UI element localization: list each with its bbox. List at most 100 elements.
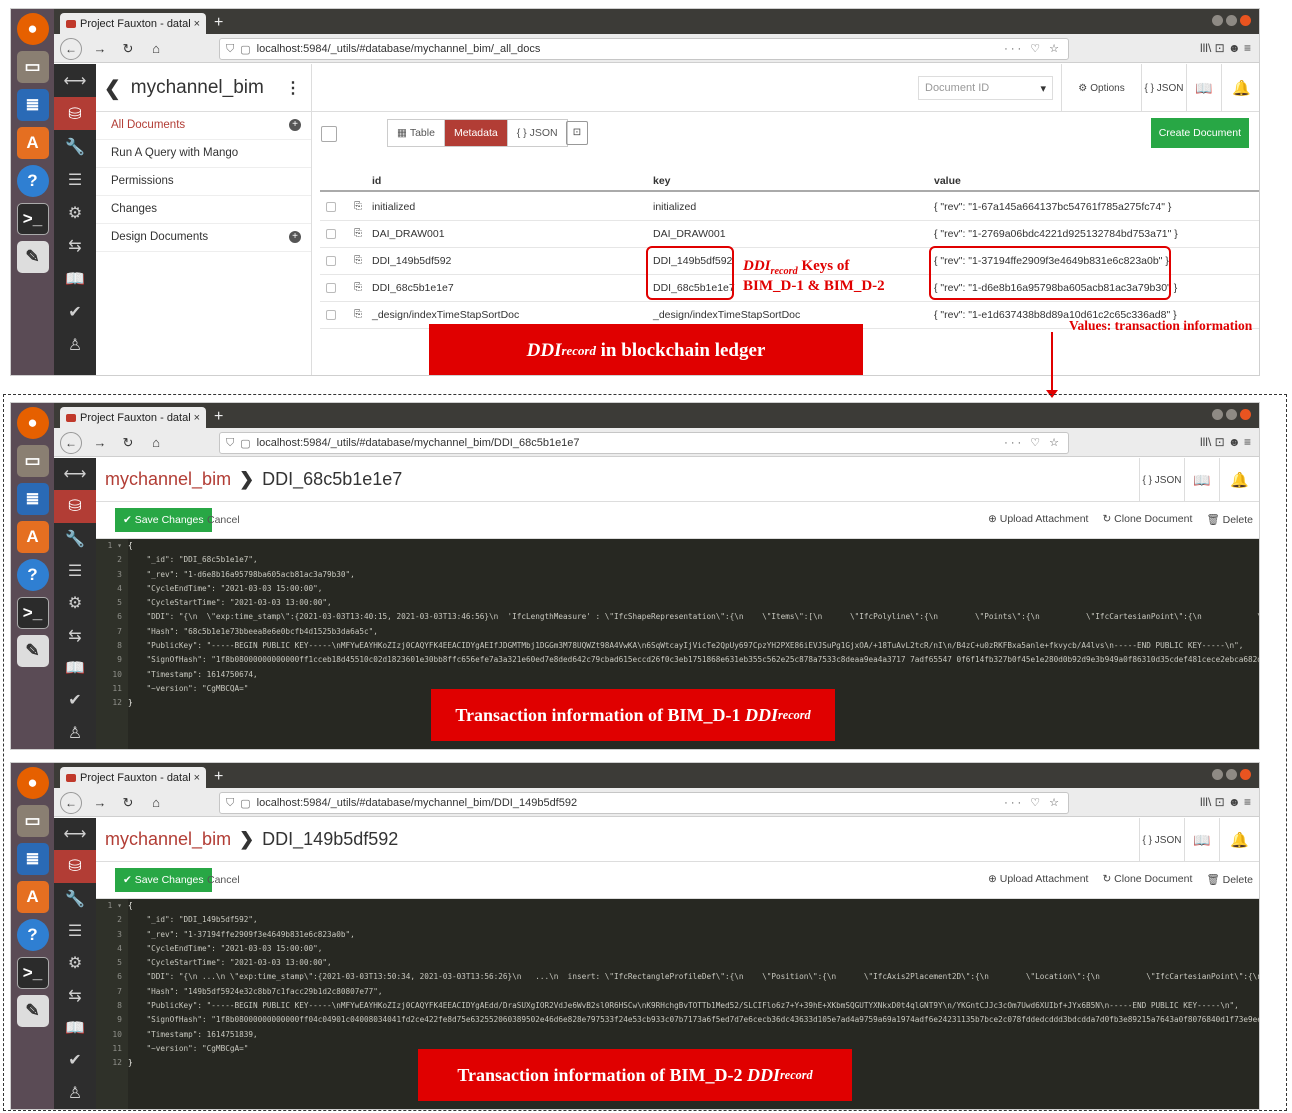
replication-icon[interactable]: ⇆ [54, 620, 96, 652]
files-icon[interactable]: ▭ [16, 51, 49, 83]
wrench-icon[interactable]: 🔧 [54, 883, 96, 915]
table-row[interactable]: ⎘ DAI_DRAW001 DAI_DRAW001 { "rev": "1-27… [320, 221, 1259, 248]
create-document-button[interactable]: Create Document [1150, 118, 1249, 148]
verify-icon[interactable]: ✔ [54, 684, 96, 716]
bell-icon[interactable]: 🔔 [1221, 64, 1259, 112]
clone-document-button[interactable]: ↻ Clone Document [1102, 873, 1192, 886]
home-icon[interactable]: ⌂ [146, 435, 166, 450]
writer-icon[interactable]: ≣ [16, 843, 49, 875]
sidebar-item-changes[interactable]: Changes [96, 196, 311, 224]
help-icon[interactable]: ? [16, 165, 49, 197]
help-icon[interactable]: ? [16, 559, 49, 591]
json-button[interactable]: { } JSON [1139, 818, 1184, 862]
tab-close-icon[interactable]: × [194, 18, 200, 30]
row-checkbox[interactable] [326, 202, 336, 212]
software-center-icon[interactable]: A [16, 881, 49, 913]
json-button[interactable]: { } JSON [1139, 458, 1184, 502]
minimize-icon[interactable] [1212, 409, 1223, 420]
minimize-icon[interactable] [1212, 15, 1223, 26]
database-icon[interactable]: ⛁ [54, 850, 96, 883]
wrench-icon[interactable]: 🔧 [54, 130, 96, 163]
back-icon[interactable]: ← [60, 37, 82, 60]
tab-table[interactable]: ▦ Table [388, 120, 445, 146]
back-chevron-icon[interactable]: ❮ [104, 76, 121, 101]
url-actions[interactable]: ··· ♡ ☆ [1004, 42, 1062, 55]
back-icon[interactable]: ← [60, 431, 82, 454]
save-changes-button[interactable]: ✔ Save Changes [115, 508, 212, 532]
bell-icon[interactable]: 🔔 [1219, 818, 1259, 862]
docs-book-icon[interactable]: 📖 [1186, 64, 1221, 112]
upload-attachment-button[interactable]: ⊕ Upload Attachment [988, 873, 1088, 886]
writer-icon[interactable]: ≣ [16, 483, 49, 515]
url-bar[interactable]: ⛉ ▢ localhost:5984/_utils/#database/mych… [219, 432, 1069, 454]
toggle-icon[interactable]: ⟷ [54, 458, 96, 490]
copy-icon[interactable]: ⎘ [354, 228, 362, 239]
options-button[interactable]: ⚙ Options [1061, 64, 1141, 112]
table-settings-icon[interactable]: ⊡ [566, 121, 588, 145]
toolbar-right[interactable]: lll\ ⊡ ☻ ≡ [1200, 795, 1251, 809]
json-button[interactable]: { } JSON [1141, 64, 1186, 112]
copy-icon[interactable]: ⎘ [354, 309, 362, 320]
user-icon[interactable]: ♙ [54, 328, 96, 361]
firefox-icon[interactable]: ● [16, 13, 49, 45]
docs-icon[interactable]: 📖 [54, 1012, 96, 1044]
terminal-icon[interactable]: >_ [16, 597, 49, 629]
browser-tab[interactable]: Project Fauxton - databa × [60, 407, 206, 428]
docs-book-icon[interactable]: 📖 [1184, 458, 1219, 502]
user-icon[interactable]: ♙ [54, 717, 96, 749]
tab-metadata[interactable]: Metadata [444, 120, 508, 146]
browser-tab[interactable]: Project Fauxton - databa × [60, 13, 206, 34]
document-id-select[interactable]: Document ID ▾ [918, 76, 1053, 100]
sidebar-item-design-documents[interactable]: Design Documents + [96, 224, 311, 252]
copy-icon[interactable]: ⎘ [354, 282, 362, 293]
copy-icon[interactable]: ⎘ [354, 255, 362, 266]
text-editor-icon[interactable]: ✎ [16, 241, 49, 273]
row-checkbox[interactable] [326, 310, 336, 320]
gear-icon[interactable]: ⚙ [54, 196, 96, 229]
database-icon[interactable]: ⛁ [54, 97, 96, 130]
toggle-icon[interactable]: ⟷ [54, 64, 96, 97]
table-row[interactable]: ⎘ initialized initialized { "rev": "1-67… [320, 194, 1259, 221]
user-icon[interactable]: ♙ [54, 1077, 96, 1109]
home-icon[interactable]: ⌂ [146, 795, 166, 810]
firefox-icon[interactable]: ● [16, 767, 49, 799]
json-editor[interactable]: 1 ▾ 2 3 4 5 6 7 8 9 10 11 12 { "_id": "DDI_149b5df5… [96, 899, 1259, 1109]
kebab-menu-icon[interactable]: ⋮ [285, 78, 301, 98]
row-checkbox[interactable] [326, 229, 336, 239]
reload-icon[interactable]: ↻ [118, 795, 138, 811]
plus-icon[interactable]: + [289, 119, 301, 131]
url-bar[interactable]: ⛉ ▢ localhost:5984/_utils/#database/mych… [219, 38, 1069, 60]
maximize-icon[interactable] [1226, 15, 1237, 26]
maximize-icon[interactable] [1226, 409, 1237, 420]
browser-tab[interactable]: Project Fauxton - databa × [60, 767, 206, 788]
toolbar-right[interactable]: lll\ ⊡ ☻ ≡ [1200, 41, 1251, 55]
gear-icon[interactable]: ⚙ [54, 587, 96, 619]
verify-icon[interactable]: ✔ [54, 295, 96, 328]
plus-icon[interactable]: + [289, 231, 301, 243]
json-editor[interactable]: 1 ▾ 2 3 4 5 6 7 8 9 10 11 12 { "_id": "DDI_68c5b1e1… [96, 539, 1259, 749]
delete-button[interactable]: 🗑 Delete [1206, 873, 1253, 886]
cancel-link[interactable]: Cancel [207, 874, 240, 886]
breadcrumb-database[interactable]: mychannel_bim [105, 829, 231, 850]
tab-close-icon[interactable]: × [194, 772, 200, 784]
row-checkbox[interactable] [326, 283, 336, 293]
url-bar[interactable]: ⛉ ▢ localhost:5984/_utils/#database/mych… [219, 792, 1069, 814]
breadcrumb-database[interactable]: mychannel_bim [105, 469, 231, 490]
clone-document-button[interactable]: ↻ Clone Document [1102, 513, 1192, 526]
reload-icon[interactable]: ↻ [118, 435, 138, 451]
wrench-icon[interactable]: 🔧 [54, 523, 96, 555]
terminal-icon[interactable]: >_ [16, 957, 49, 989]
activity-icon[interactable]: ☰ [54, 555, 96, 587]
docs-book-icon[interactable]: 📖 [1184, 818, 1219, 862]
forward-icon[interactable]: → [90, 435, 110, 450]
url-actions[interactable]: ··· ♡ ☆ [1004, 796, 1062, 809]
files-icon[interactable]: ▭ [16, 805, 49, 837]
select-all-checkbox[interactable] [321, 126, 337, 142]
tab-json[interactable]: { } JSON [508, 120, 567, 146]
terminal-icon[interactable]: >_ [16, 203, 49, 235]
docs-icon[interactable]: 📖 [54, 262, 96, 295]
close-window-icon[interactable] [1240, 769, 1251, 780]
database-icon[interactable]: ⛁ [54, 490, 96, 523]
row-checkbox[interactable] [326, 256, 336, 266]
upload-attachment-button[interactable]: ⊕ Upload Attachment [988, 513, 1088, 526]
